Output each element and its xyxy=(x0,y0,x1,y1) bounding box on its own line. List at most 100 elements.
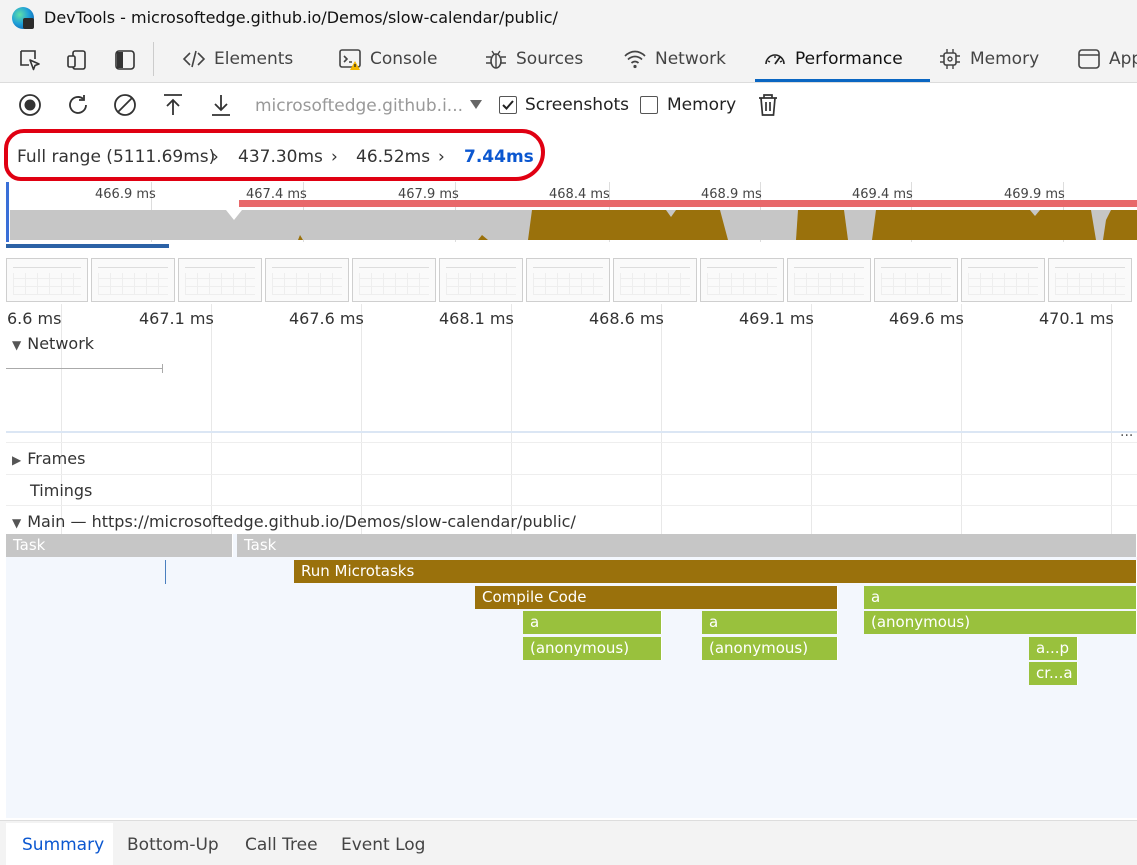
record-icon[interactable] xyxy=(17,92,43,118)
console-warning-icon xyxy=(339,49,361,70)
screenshot-thumbnail[interactable] xyxy=(874,258,958,302)
ruler-tick: 468.6 ms xyxy=(589,309,664,328)
wifi-icon xyxy=(624,50,646,69)
screenshot-thumbnail[interactable] xyxy=(787,258,871,302)
toggle-sidebar-icon[interactable] xyxy=(113,48,137,72)
screenshot-thumbnail[interactable] xyxy=(91,258,175,302)
main-track-header[interactable]: ▼ Main — https://microsoftedge.github.io/… xyxy=(12,512,576,531)
title-bar: DevTools - microsoftedge.github.io/Demos… xyxy=(0,0,1137,36)
save-profile-icon[interactable] xyxy=(208,92,234,118)
app-window-icon xyxy=(1078,49,1100,69)
tab-elements[interactable]: Elements xyxy=(182,36,293,82)
tab-label: Network xyxy=(655,49,726,69)
more-options-icon[interactable]: ... xyxy=(1120,424,1133,440)
flame-entry-anonymous[interactable]: (anonymous) xyxy=(864,611,1137,634)
screenshots-checkbox[interactable] xyxy=(499,96,517,114)
tab-bar-divider xyxy=(153,42,154,76)
profile-select[interactable]: microsoftedge.github.i... xyxy=(255,96,463,116)
memory-label: Memory xyxy=(667,95,737,115)
flame-entry-task[interactable]: Task xyxy=(237,534,1137,557)
tab-event-log[interactable]: Event Log xyxy=(341,835,425,855)
trash-icon[interactable] xyxy=(755,92,781,118)
timeline-ruler: 6.6 ms 467.1 ms 467.6 ms 468.1 ms 468.6 … xyxy=(6,304,1137,334)
screenshot-thumbnail[interactable] xyxy=(1048,258,1132,302)
speedometer-icon xyxy=(765,54,785,65)
network-track-header[interactable]: ▼ Network xyxy=(12,334,94,353)
timings-track-header[interactable]: Timings xyxy=(30,481,92,500)
flame-entry-function[interactable]: a...p xyxy=(1029,637,1078,660)
tab-summary[interactable]: Summary xyxy=(22,835,104,855)
screenshot-thumbnail[interactable] xyxy=(439,258,523,302)
clear-icon[interactable] xyxy=(112,92,138,118)
expanded-triangle-icon: ▼ xyxy=(12,516,22,530)
track-label: Main — https://microsoftedge.github.io/D… xyxy=(27,512,576,531)
tab-call-tree[interactable]: Call Tree xyxy=(245,835,318,855)
load-profile-icon[interactable] xyxy=(160,92,186,118)
screenshot-thumbnail[interactable] xyxy=(178,258,262,302)
screenshots-label: Screenshots xyxy=(525,95,630,115)
active-tab-indicator xyxy=(755,79,930,82)
screenshot-thumbnail[interactable] xyxy=(6,258,88,302)
ruler-tick: 469.1 ms xyxy=(739,309,814,328)
flame-entry-run-microtasks[interactable]: Run Microtasks xyxy=(294,560,1137,583)
performance-toolbar: microsoftedge.github.i... Screenshots Me… xyxy=(0,83,1137,128)
network-request-bar[interactable] xyxy=(6,368,163,369)
dropdown-arrow-icon[interactable] xyxy=(470,100,482,110)
timeline-overview[interactable]: 466.9 ms 467.4 ms 467.9 ms 468.4 ms 468.… xyxy=(6,182,1137,304)
frames-track-header[interactable]: ▶ Frames xyxy=(12,449,85,468)
screenshot-thumbnail[interactable] xyxy=(526,258,610,302)
tab-network[interactable]: Network xyxy=(623,36,726,82)
screenshot-thumbnail[interactable] xyxy=(265,258,349,302)
devtools-tab-bar: Elements Console Sources Network Perform… xyxy=(0,36,1137,83)
network-request-end xyxy=(162,364,163,373)
reload-record-icon[interactable] xyxy=(65,92,91,118)
window-title: DevTools - microsoftedge.github.io/Demos… xyxy=(44,8,558,27)
long-task-indicator xyxy=(239,200,1137,207)
network-overview-bar xyxy=(6,244,169,248)
overview-tick: 466.9 ms xyxy=(95,187,156,202)
track-divider xyxy=(6,442,1137,443)
screenshot-thumbnail[interactable] xyxy=(613,258,697,302)
tab-performance[interactable]: Performance xyxy=(755,36,930,82)
track-label: Frames xyxy=(27,449,86,468)
ruler-tick: 469.6 ms xyxy=(889,309,964,328)
flame-entry-anonymous[interactable]: (anonymous) xyxy=(523,637,662,660)
code-brackets-icon xyxy=(182,50,206,68)
tab-label: Elements xyxy=(214,49,294,69)
details-tab-bar: Summary Bottom-Up Call Tree Event Log xyxy=(0,820,1137,865)
tab-console[interactable]: Console xyxy=(338,36,438,82)
track-divider xyxy=(6,474,1137,475)
tab-label: Sources xyxy=(516,49,584,69)
bug-icon xyxy=(486,50,506,69)
tab-label: Console xyxy=(370,49,438,69)
flame-entry-compile-code[interactable]: Compile Code xyxy=(475,586,838,609)
flame-entry-task[interactable]: Task xyxy=(6,534,233,557)
device-emulation-icon[interactable] xyxy=(65,48,89,72)
screenshot-thumbnail[interactable] xyxy=(352,258,436,302)
tab-application[interactable]: App xyxy=(1077,36,1137,82)
flame-entry-anonymous[interactable]: (anonymous) xyxy=(702,637,838,660)
screenshot-thumbnail[interactable] xyxy=(700,258,784,302)
track-label: Network xyxy=(27,334,95,353)
track-label: Timings xyxy=(30,481,93,500)
tab-bottom-up[interactable]: Bottom-Up xyxy=(127,835,219,855)
main-thread-flame-chart[interactable]: Task Task Run Microtasks Compile Code a … xyxy=(6,534,1137,818)
track-splitter[interactable] xyxy=(6,431,1137,433)
memory-checkbox[interactable] xyxy=(640,96,658,114)
screenshot-thumbnail[interactable] xyxy=(961,258,1045,302)
tab-label: Memory xyxy=(970,49,1040,69)
ruler-tick: 6.6 ms xyxy=(7,309,62,328)
flame-entry-function[interactable]: a xyxy=(864,586,1137,609)
collapsed-triangle-icon: ▶ xyxy=(12,453,22,467)
ruler-tick: 467.6 ms xyxy=(289,309,364,328)
tab-sources[interactable]: Sources xyxy=(484,36,583,82)
flame-entry-function[interactable]: a xyxy=(523,611,662,634)
flame-entry-function[interactable]: a xyxy=(702,611,838,634)
ruler-tick: 468.1 ms xyxy=(439,309,514,328)
small-event-marker[interactable] xyxy=(165,560,166,584)
flame-entry-function[interactable]: cr...a xyxy=(1029,662,1078,685)
tab-memory[interactable]: Memory xyxy=(938,36,1039,82)
expanded-triangle-icon: ▼ xyxy=(12,338,22,352)
cpu-activity-chart xyxy=(10,210,1137,240)
inspect-element-icon[interactable] xyxy=(18,48,42,72)
